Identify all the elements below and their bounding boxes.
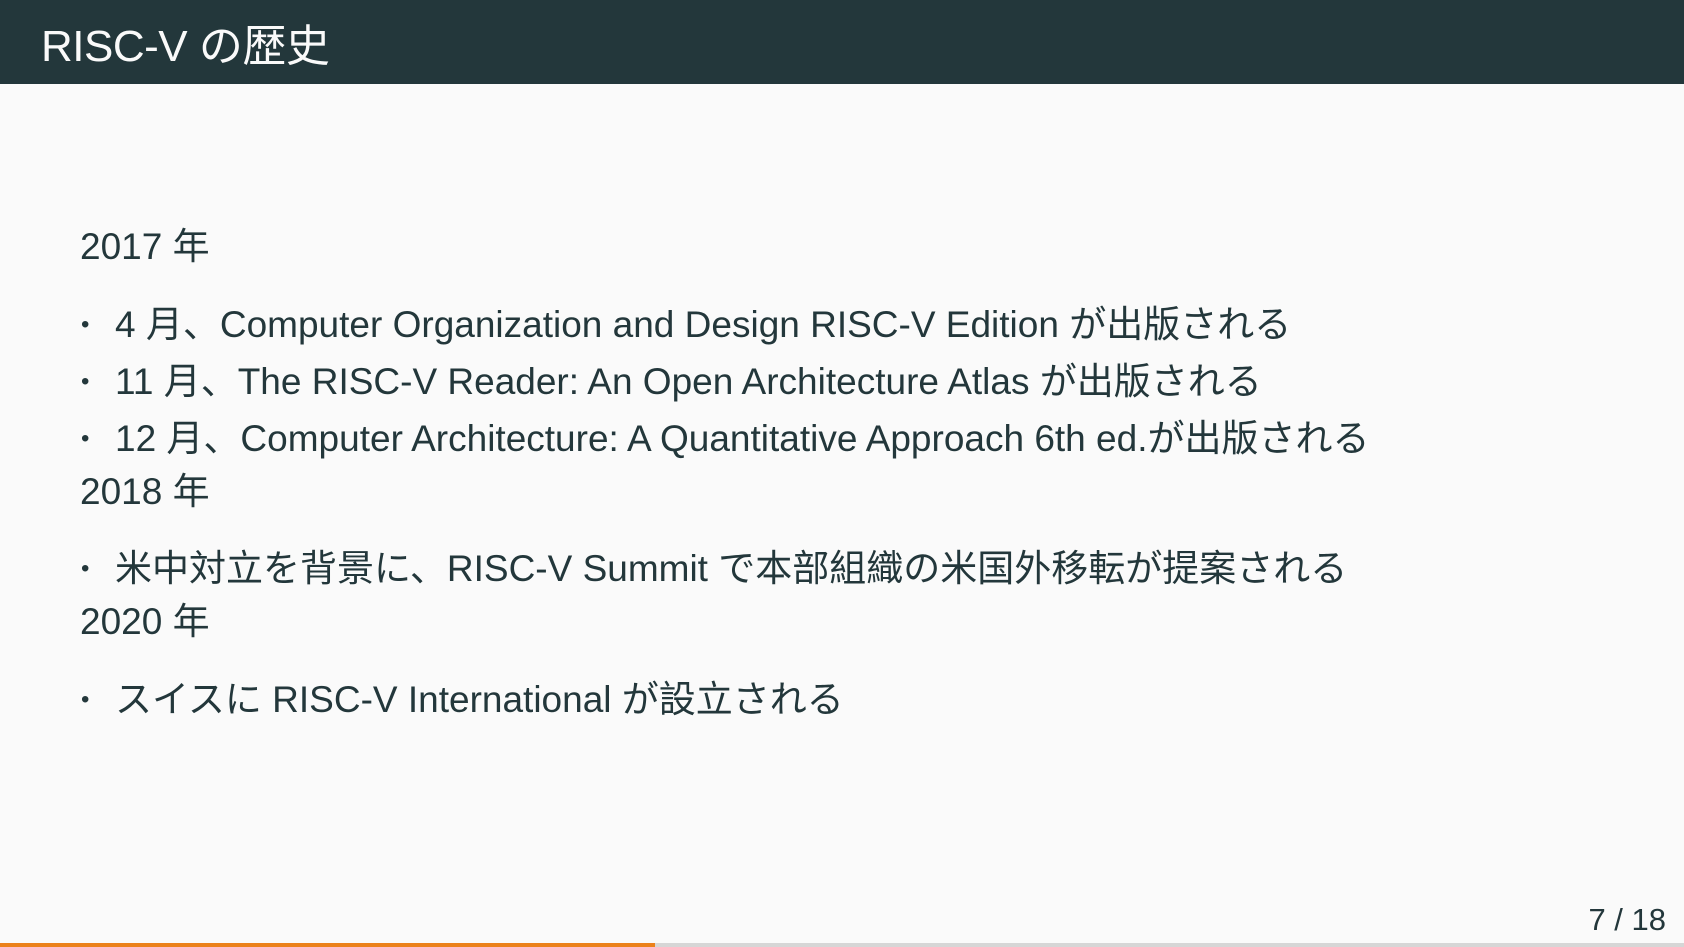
list-item: • 12 月、Computer Architecture: A Quantita… [80,410,1640,467]
events-2018-list: • 米中対立を背景に、RISC-V Summit で本部組織の米国外移転が提案さ… [80,540,1640,597]
bullet-icon: • [81,555,90,582]
year-heading-2018: 2018 年 [80,471,210,512]
list-item: • 米中対立を背景に、RISC-V Summit で本部組織の米国外移転が提案さ… [80,540,1640,597]
title-bar: RISC-V の歴史 [0,0,1684,84]
slide-title: RISC-V の歴史 [41,22,330,71]
slide-progress-fill [0,943,656,947]
year-heading-2017: 2017 年 [80,226,210,267]
bullet-icon: • [81,686,90,713]
bullet-icon: • [81,368,90,395]
list-item-text: 11 月、The RISC-V Reader: An Open Architec… [115,361,1262,402]
bullet-icon: • [81,311,90,338]
list-item: • 11 月、The RISC-V Reader: An Open Archit… [80,353,1640,410]
year-heading-2020: 2020 年 [80,601,210,642]
bullet-icon: • [81,425,90,452]
events-2017-list: • 4 月、Computer Organization and Design R… [80,296,1640,467]
list-item-text: 米中対立を背景に、RISC-V Summit で本部組織の米国外移転が提案される [115,548,1348,589]
list-item-text: スイスに RISC-V International が設立される [115,679,844,720]
slide-content: 2017 年 • 4 月、Computer Organization and D… [80,222,1640,728]
list-item: • 4 月、Computer Organization and Design R… [80,296,1640,353]
list-item: • スイスに RISC-V International が設立される [80,671,1640,728]
slide-progress-bar [0,943,1684,947]
events-2020-list: • スイスに RISC-V International が設立される [80,671,1640,728]
page-number: 7 / 18 [1588,902,1666,937]
list-item-text: 12 月、Computer Architecture: A Quantitati… [115,418,1370,459]
list-item-text: 4 月、Computer Organization and Design RIS… [115,304,1292,345]
